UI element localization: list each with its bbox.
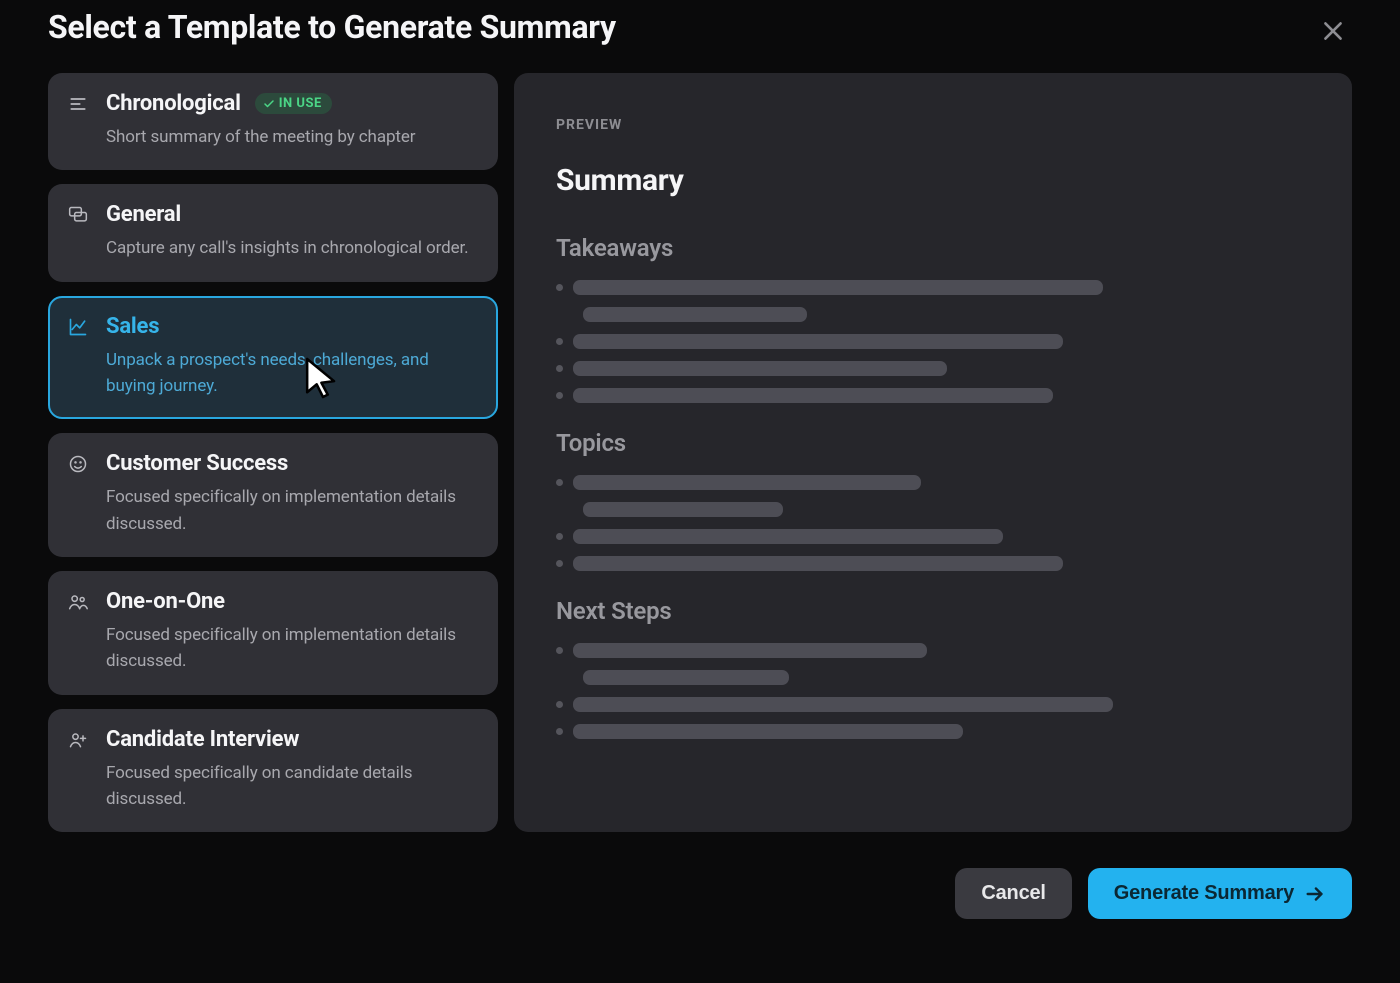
template-title: Candidate Interview (106, 727, 299, 752)
template-title: Sales (106, 314, 159, 339)
template-list: Chronological IN USE Short summary of the … (48, 73, 498, 832)
skeleton-bar (583, 502, 783, 517)
skeleton-row (556, 280, 1310, 295)
in-use-badge-label: IN USE (279, 96, 322, 111)
template-card-chronological[interactable]: Chronological IN USE Short summary of the … (48, 73, 498, 170)
skeleton-row (556, 475, 1310, 490)
skeleton-bar (583, 307, 807, 322)
bullet-icon (556, 284, 563, 291)
dialog-body: Chronological IN USE Short summary of the … (0, 73, 1400, 832)
preview-skeleton-block (556, 643, 1310, 739)
skeleton-row (556, 361, 1310, 376)
skeleton-row (556, 502, 1310, 517)
template-card-candidate-interview[interactable]: Candidate Interview Focused specifically … (48, 709, 498, 833)
skeleton-row (556, 724, 1310, 739)
preview-section-heading: Next Steps (556, 597, 1310, 625)
skeleton-row (556, 643, 1310, 658)
template-card-general[interactable]: General Capture any call's insights in ch… (48, 184, 498, 281)
template-card-one-on-one[interactable]: One-on-One Focused specifically on implem… (48, 571, 498, 695)
template-title: Chronological (106, 91, 241, 116)
skeleton-bar (573, 361, 947, 376)
skeleton-bar (573, 556, 1063, 571)
template-title: Customer Success (106, 451, 288, 476)
skeleton-row (556, 388, 1310, 403)
template-description: Short summary of the meeting by chapter (106, 124, 478, 150)
list-icon (68, 91, 90, 150)
close-button[interactable] (1314, 12, 1352, 53)
bullet-icon (556, 365, 563, 372)
dialog-header: Select a Template to Generate Summary (0, 0, 1400, 73)
arrow-right-icon (1304, 883, 1326, 905)
bullet-icon (556, 479, 563, 486)
preview-skeleton-block (556, 280, 1310, 403)
skeleton-row (556, 334, 1310, 349)
skeleton-bar (583, 670, 789, 685)
skeleton-row (556, 529, 1310, 544)
preview-label: PREVIEW (556, 117, 1310, 133)
preview-heading: Summary (556, 163, 1310, 198)
people-icon (68, 589, 90, 675)
preview-panel: PREVIEW Summary Takeaways Topics Next Step… (514, 73, 1352, 832)
skeleton-row (556, 556, 1310, 571)
person-add-icon (68, 727, 90, 813)
dialog-footer: Cancel Generate Summary (0, 832, 1400, 919)
bullet-icon (556, 338, 563, 345)
skeleton-bar (573, 475, 921, 490)
preview-sections: Takeaways Topics Next Steps (556, 234, 1310, 739)
skeleton-bar (573, 280, 1103, 295)
template-description: Capture any call's insights in chronolog… (106, 235, 478, 261)
cancel-button[interactable]: Cancel (955, 868, 1071, 919)
skeleton-bar (573, 334, 1063, 349)
cancel-button-label: Cancel (981, 882, 1045, 905)
bullet-icon (556, 533, 563, 540)
skeleton-bar (573, 697, 1113, 712)
skeleton-row (556, 697, 1310, 712)
skeleton-bar (573, 643, 927, 658)
bullet-icon (556, 728, 563, 735)
skeleton-bar (573, 724, 963, 739)
in-use-badge: IN USE (255, 93, 332, 114)
bullet-icon (556, 647, 563, 654)
bullet-icon (556, 392, 563, 399)
template-title: One-on-One (106, 589, 225, 614)
template-card-customer-success[interactable]: Customer Success Focused specifically on … (48, 433, 498, 557)
template-title: General (106, 202, 181, 227)
template-card-sales[interactable]: Sales Unpack a prospect's needs, challeng… (48, 296, 498, 420)
template-select-dialog: Select a Template to Generate Summary Ch… (0, 0, 1400, 919)
preview-section-heading: Takeaways (556, 234, 1310, 262)
generate-summary-button[interactable]: Generate Summary (1088, 868, 1352, 919)
skeleton-row (556, 670, 1310, 685)
preview-section-heading: Topics (556, 429, 1310, 457)
skeleton-bar (573, 529, 1003, 544)
close-icon (1320, 18, 1346, 44)
bullet-icon (556, 701, 563, 708)
dialog-title: Select a Template to Generate Summary (48, 8, 616, 46)
skeleton-row (556, 307, 1310, 322)
template-description: Focused specifically on implementation d… (106, 622, 478, 675)
smile-icon (68, 451, 90, 537)
chat-icon (68, 202, 90, 261)
skeleton-bar (573, 388, 1053, 403)
template-description: Focused specifically on candidate detail… (106, 760, 478, 813)
chart-icon (68, 314, 90, 400)
template-description: Unpack a prospect's needs, challenges, a… (106, 347, 478, 400)
preview-skeleton-block (556, 475, 1310, 571)
bullet-icon (556, 560, 563, 567)
template-description: Focused specifically on implementation d… (106, 484, 478, 537)
generate-summary-button-label: Generate Summary (1114, 882, 1294, 905)
